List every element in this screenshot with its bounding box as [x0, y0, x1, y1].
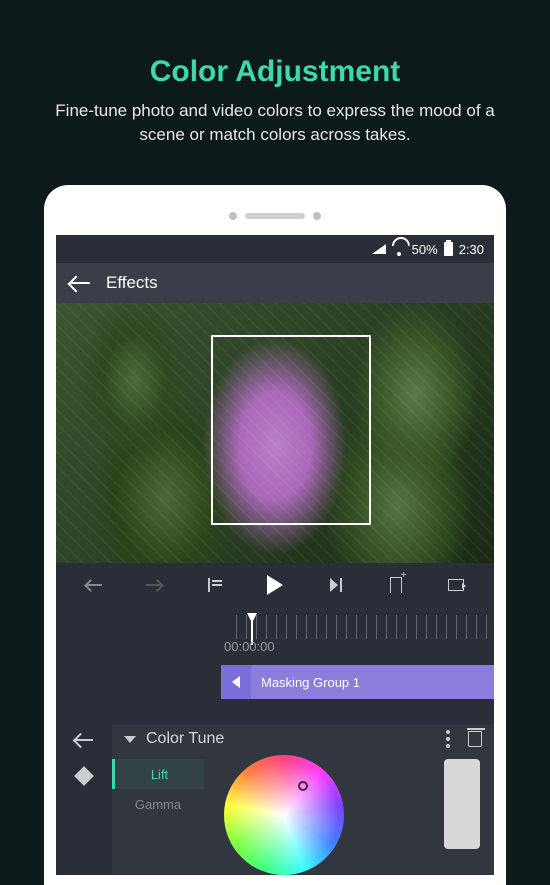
- track-clip[interactable]: Masking Group 1: [251, 665, 494, 699]
- effects-panel: Color Tune Lift Gamma: [56, 725, 494, 875]
- color-tabs: Lift Gamma: [112, 759, 204, 875]
- more-icon[interactable]: [446, 730, 450, 748]
- video-preview[interactable]: [56, 303, 494, 563]
- chevron-down-icon[interactable]: [124, 736, 136, 743]
- tab-gamma[interactable]: Gamma: [112, 789, 204, 819]
- page-subtitle: Fine-tune photo and video colors to expr…: [0, 99, 550, 147]
- bookmark-button[interactable]: [384, 573, 408, 597]
- undo-button[interactable]: [82, 573, 106, 597]
- battery-percent: 50%: [412, 242, 438, 257]
- redo-button[interactable]: [142, 573, 166, 597]
- panel-back-icon[interactable]: [75, 739, 93, 741]
- loop-icon: [448, 579, 464, 591]
- undo-icon: [86, 584, 102, 586]
- play-button[interactable]: [263, 573, 287, 597]
- skip-start-icon: [208, 578, 222, 592]
- sensor-dot: [313, 212, 321, 220]
- screen: 50% 2:30 Effects 00:00:00: [56, 235, 494, 875]
- redo-icon: [146, 584, 162, 586]
- panel-header: Color Tune: [112, 725, 494, 753]
- timeline[interactable]: 00:00:00 Masking Group 1: [56, 607, 494, 667]
- tab-lift[interactable]: Lift: [112, 759, 204, 789]
- skip-start-button[interactable]: [203, 573, 227, 597]
- clock: 2:30: [459, 242, 484, 257]
- trash-icon[interactable]: [468, 731, 482, 747]
- panel-main: Color Tune Lift Gamma: [112, 725, 494, 875]
- luminance-slider[interactable]: [444, 759, 480, 849]
- speaker-slot: [245, 213, 305, 219]
- play-icon: [267, 575, 283, 595]
- panel-sidebar: [56, 725, 112, 875]
- keyframe-icon[interactable]: [74, 766, 94, 786]
- panel-body: Lift Gamma: [112, 753, 494, 875]
- panel-title: Color Tune: [146, 730, 436, 748]
- camera-dot: [229, 212, 237, 220]
- battery-icon: [444, 242, 453, 256]
- screen-title: Effects: [106, 273, 158, 293]
- page-title: Color Adjustment: [0, 0, 550, 99]
- color-wheel[interactable]: [224, 755, 344, 875]
- wifi-icon: [392, 242, 406, 256]
- back-icon[interactable]: [70, 282, 90, 284]
- status-bar: 50% 2:30: [56, 235, 494, 263]
- timeline-ruler: [236, 615, 494, 639]
- bookmark-add-icon: [390, 577, 402, 593]
- loop-button[interactable]: [444, 573, 468, 597]
- device-frame: 50% 2:30 Effects 00:00:00: [44, 185, 506, 885]
- mask-selection-box[interactable]: [211, 335, 371, 525]
- app-topbar: Effects: [56, 263, 494, 303]
- signal-icon: [372, 244, 386, 254]
- skip-end-icon: [328, 578, 342, 592]
- device-hardware: [56, 197, 494, 235]
- transport-toolbar: [56, 563, 494, 607]
- timeline-track[interactable]: Masking Group 1: [56, 665, 494, 699]
- timecode: 00:00:00: [224, 639, 275, 654]
- color-wheel-cursor[interactable]: [298, 781, 308, 791]
- skip-end-button[interactable]: [323, 573, 347, 597]
- track-trim-handle[interactable]: [221, 665, 251, 699]
